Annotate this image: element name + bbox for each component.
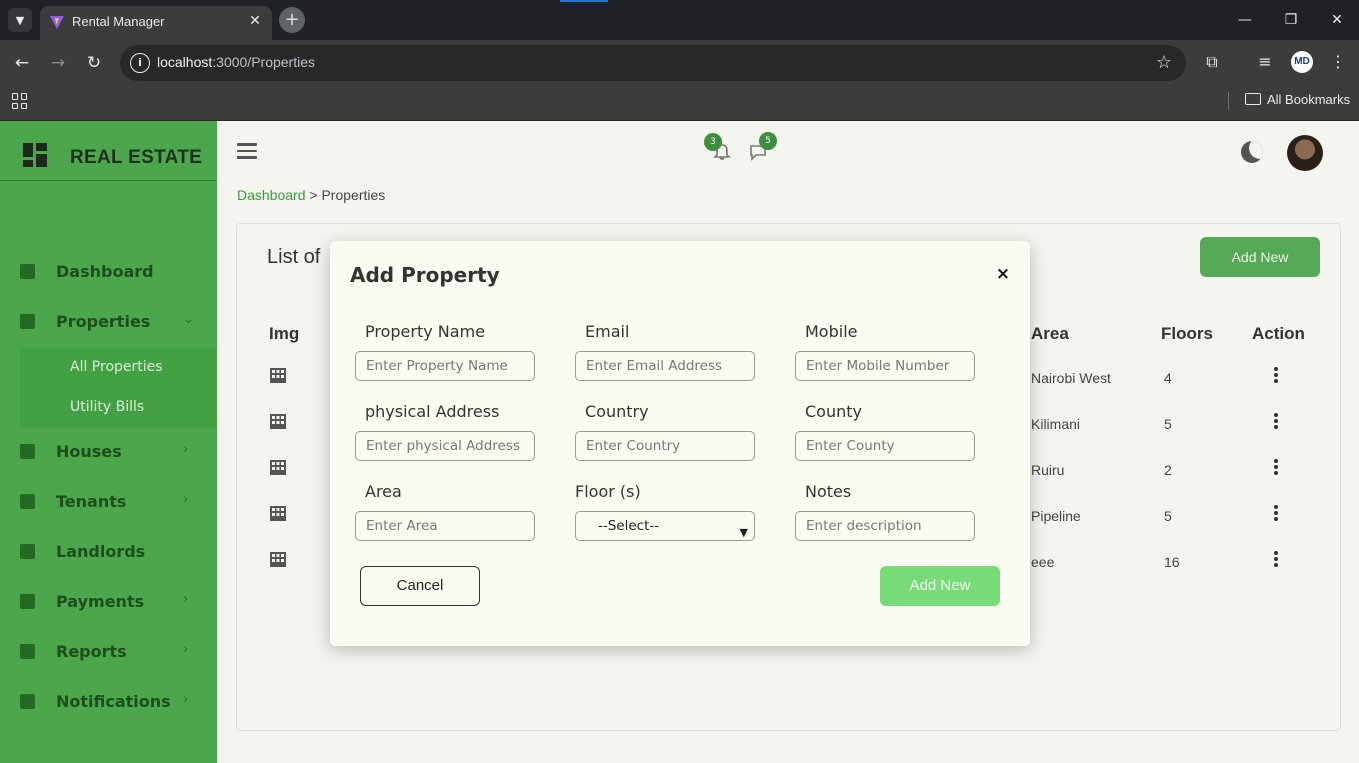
- new-tab-button[interactable]: +: [279, 7, 305, 33]
- site-info-icon[interactable]: i: [130, 53, 150, 73]
- browser-tab-bar: ▼ Rental Manager ✕ + — ❐ ✕: [0, 0, 1359, 40]
- vite-favicon-icon: [50, 16, 64, 29]
- folder-icon: [1245, 93, 1261, 105]
- floors-select-value: --Select--: [598, 518, 660, 534]
- window-close-icon[interactable]: ✕: [1327, 10, 1347, 30]
- add-new-submit-button[interactable]: Add New: [880, 566, 1000, 606]
- tab-strip-accent: [560, 0, 608, 2]
- property-name-label: Property Name: [365, 322, 485, 341]
- browser-toolbar: ← → ↻ i localhost:3000/Properties ☆ ⧉ ≡ …: [0, 40, 1359, 86]
- forward-arrow-icon[interactable]: →: [47, 52, 69, 74]
- notes-textarea[interactable]: [795, 511, 975, 541]
- restore-icon[interactable]: ❐: [1281, 10, 1301, 30]
- tab-title: Rental Manager: [72, 14, 165, 29]
- url-text: localhost:3000/Properties: [157, 54, 315, 70]
- mobile-label: Mobile: [805, 322, 858, 341]
- media-queue-icon[interactable]: ≡: [1254, 52, 1276, 74]
- mobile-input[interactable]: [795, 351, 975, 381]
- bookmarks-separator: [1228, 92, 1229, 110]
- property-name-input[interactable]: [355, 351, 535, 381]
- modal-title: Add Property: [350, 263, 500, 287]
- reload-icon[interactable]: ↻: [83, 52, 105, 74]
- country-label: Country: [585, 402, 649, 421]
- tab-close-icon[interactable]: ✕: [246, 12, 264, 30]
- browser-menu-icon[interactable]: ⋮: [1327, 52, 1349, 74]
- minimize-icon[interactable]: —: [1235, 10, 1255, 30]
- apps-grid-icon[interactable]: [12, 93, 28, 109]
- profile-avatar[interactable]: MD: [1291, 51, 1313, 73]
- area-label: Area: [365, 482, 402, 501]
- tab-search-chevron-icon[interactable]: ▼: [8, 8, 32, 32]
- country-input[interactable]: [575, 431, 755, 461]
- chevron-down-icon: ▼: [739, 526, 748, 539]
- extensions-icon[interactable]: ⧉: [1201, 52, 1223, 74]
- bookmark-star-icon[interactable]: ☆: [1156, 52, 1172, 73]
- email-input[interactable]: [575, 351, 755, 381]
- bookmarks-bar: All Bookmarks: [0, 86, 1359, 121]
- floors-select[interactable]: --Select-- ▼: [575, 511, 755, 541]
- email-label: Email: [585, 322, 630, 341]
- add-property-modal: Add Property × Property Name Email Mobil…: [330, 241, 1030, 646]
- physical-address-input[interactable]: [355, 431, 535, 461]
- close-icon[interactable]: ×: [994, 265, 1012, 283]
- browser-tab[interactable]: Rental Manager ✕: [40, 6, 272, 40]
- back-arrow-icon[interactable]: ←: [11, 52, 33, 74]
- cancel-button[interactable]: Cancel: [360, 566, 480, 606]
- all-bookmarks-button[interactable]: All Bookmarks: [1245, 92, 1350, 107]
- county-label: County: [805, 402, 862, 421]
- notes-label: Notes: [805, 482, 852, 501]
- county-input[interactable]: [795, 431, 975, 461]
- address-bar[interactable]: i localhost:3000/Properties ☆: [120, 45, 1186, 81]
- floors-label: Floor (s): [575, 482, 641, 501]
- area-input[interactable]: [355, 511, 535, 541]
- physical-address-label: physical Address: [365, 402, 500, 421]
